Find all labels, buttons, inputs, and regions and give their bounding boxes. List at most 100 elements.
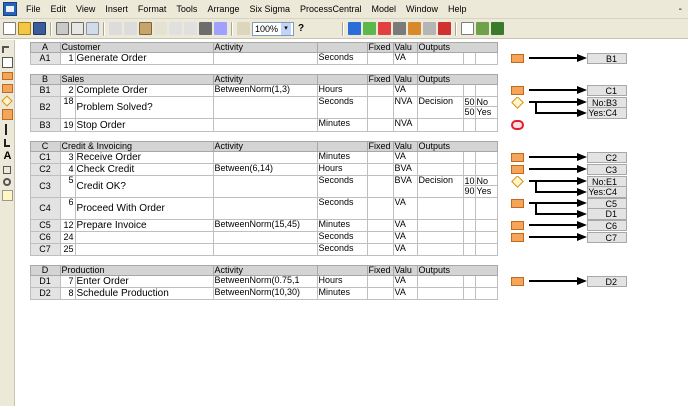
target-step[interactable]: D2 [587, 276, 628, 287]
row-id[interactable]: C5 [29, 219, 61, 232]
time-cell[interactable]: Minutes [316, 287, 368, 300]
pencil-icon[interactable] [214, 22, 227, 35]
print-preview-icon[interactable] [71, 22, 84, 35]
process-box-icon[interactable] [510, 152, 524, 162]
activity-cell[interactable]: Between(6,14) [212, 163, 318, 176]
time-cell[interactable]: Seconds [316, 96, 368, 119]
time-cell[interactable]: Minutes [316, 219, 368, 232]
step-symbol[interactable] [505, 244, 529, 256]
value-class[interactable]: NVA [392, 118, 418, 132]
flag-icon[interactable] [438, 22, 452, 35]
fixed-cell[interactable] [366, 243, 394, 256]
paste-icon[interactable] [139, 22, 152, 35]
sticky-note-icon[interactable] [2, 190, 13, 201]
time-cell[interactable]: Seconds [316, 231, 368, 244]
value-class[interactable]: VA [392, 219, 418, 232]
fixed-cell[interactable] [366, 96, 394, 119]
fixed-cell[interactable] [366, 231, 394, 244]
activity-cell[interactable] [212, 175, 318, 198]
table-row[interactable]: B2 18 Problem Solved? Seconds NVA Decision 50 5… [16, 96, 628, 119]
table-row[interactable]: C7 25 Seconds VA [16, 243, 627, 256]
table-row[interactable]: C13Receive Order 5Minutes VA C2 [16, 151, 628, 164]
clipboard-icon[interactable] [237, 22, 250, 35]
step-name[interactable]: Receive Order [74, 151, 214, 164]
activity-cell[interactable] [212, 118, 318, 132]
print-icon[interactable] [56, 22, 69, 35]
decision-shape-icon[interactable] [1, 95, 13, 107]
step-symbol[interactable] [505, 220, 529, 232]
menu-item[interactable]: Format [133, 4, 172, 14]
row-id[interactable]: C2 [29, 163, 61, 176]
target-step[interactable]: C3 [587, 164, 628, 175]
time-cell[interactable]: 5Minutes [316, 151, 368, 164]
elbow-connector-icon[interactable] [4, 139, 10, 147]
table-row[interactable]: A1 1 Generate Order Seconds VA B1 [16, 52, 628, 65]
fixed-cell[interactable] [366, 118, 394, 132]
step-name[interactable]: Enter Order [74, 275, 214, 288]
target-step[interactable]: C5 [587, 197, 628, 209]
step-name[interactable]: Generate Order [74, 52, 214, 65]
fixed-cell[interactable] [366, 287, 394, 300]
table-row[interactable]: D1 7 Enter Order BetweenNorm(0.75,1 Hours VA D… [16, 275, 628, 288]
fixed-cell[interactable] [366, 151, 394, 164]
row-id[interactable]: A1 [29, 52, 61, 65]
spellcheck-icon[interactable] [86, 22, 99, 35]
fixed-cell[interactable] [366, 52, 394, 65]
target-step[interactable]: B1 [587, 53, 628, 64]
pointer-icon[interactable] [2, 46, 9, 53]
process-box-icon[interactable] [510, 220, 524, 230]
step-symbol[interactable] [505, 96, 529, 119]
text-tool-icon[interactable]: A [2, 151, 13, 162]
activity-cell[interactable]: BetweenNorm(1,3) [212, 84, 318, 97]
time-cell[interactable]: Hours [316, 163, 368, 176]
orange-box-icon[interactable] [2, 72, 13, 80]
fixed-cell[interactable] [366, 84, 394, 97]
value-class[interactable]: VA [392, 52, 418, 65]
row-id[interactable]: D1 [29, 275, 61, 288]
table-row[interactable]: C2 4 Check Credit Between(6,14) Hours BVA C3 [16, 163, 628, 176]
process-box-icon[interactable] [510, 85, 524, 95]
play-icon[interactable] [308, 22, 314, 35]
value-class[interactable]: NVA [392, 96, 418, 119]
table-icon[interactable] [393, 22, 407, 35]
step-name[interactable]: Problem Solved? [74, 96, 214, 119]
menu-item[interactable]: ProcessCentral [295, 4, 367, 14]
orange-box-icon[interactable] [2, 84, 13, 93]
binoculars-icon[interactable] [199, 22, 212, 35]
menu-item[interactable]: Window [401, 4, 443, 14]
table-row[interactable]: D2 8 Schedule Production BetweenNorm(10,30)… [16, 287, 627, 300]
flow-icon[interactable] [363, 22, 377, 35]
fixed-cell[interactable] [366, 175, 394, 198]
target-step[interactable]: Yes:C4 [587, 186, 628, 198]
activity-cell[interactable] [212, 52, 318, 65]
activity-cell[interactable] [212, 243, 318, 256]
decision-diamond-icon[interactable] [510, 175, 524, 188]
resource-icon[interactable] [408, 22, 422, 35]
person-icon[interactable] [378, 22, 392, 35]
stop-run-icon[interactable] [332, 22, 338, 35]
inventory-shape-icon[interactable] [2, 109, 13, 120]
menu-item[interactable]: Arrange [202, 4, 244, 14]
zoom-tool-icon[interactable] [3, 178, 11, 186]
value-class[interactable]: VA [392, 197, 418, 220]
activity-cell[interactable] [212, 151, 318, 164]
step-symbol[interactable] [505, 152, 529, 164]
step-symbol[interactable] [505, 288, 529, 300]
row-id[interactable]: C1 [29, 151, 61, 164]
time-cell[interactable]: Seconds [316, 175, 368, 198]
step-name[interactable]: Credit OK? [74, 175, 214, 198]
row-id[interactable]: D2 [29, 287, 61, 300]
value-class[interactable]: VA [392, 275, 418, 288]
activity-cell[interactable] [212, 231, 318, 244]
process-box-icon[interactable] [510, 53, 524, 63]
activity-cell[interactable]: BetweenNorm(15,45) [212, 219, 318, 232]
row-id[interactable]: C6 [29, 231, 61, 244]
row-id[interactable]: B3 [29, 118, 61, 132]
fixed-cell[interactable] [366, 197, 394, 220]
cut-icon[interactable] [109, 22, 122, 35]
fixed-cell[interactable] [366, 275, 394, 288]
target-step[interactable]: C2 [587, 152, 628, 163]
activity-cell[interactable]: BetweenNorm(10,30) [212, 287, 318, 300]
table-row[interactable]: C3 5 Credit OK? Seconds BVA Decision 10 90 No Yes… [16, 175, 628, 198]
open-folder-icon[interactable] [18, 22, 31, 35]
